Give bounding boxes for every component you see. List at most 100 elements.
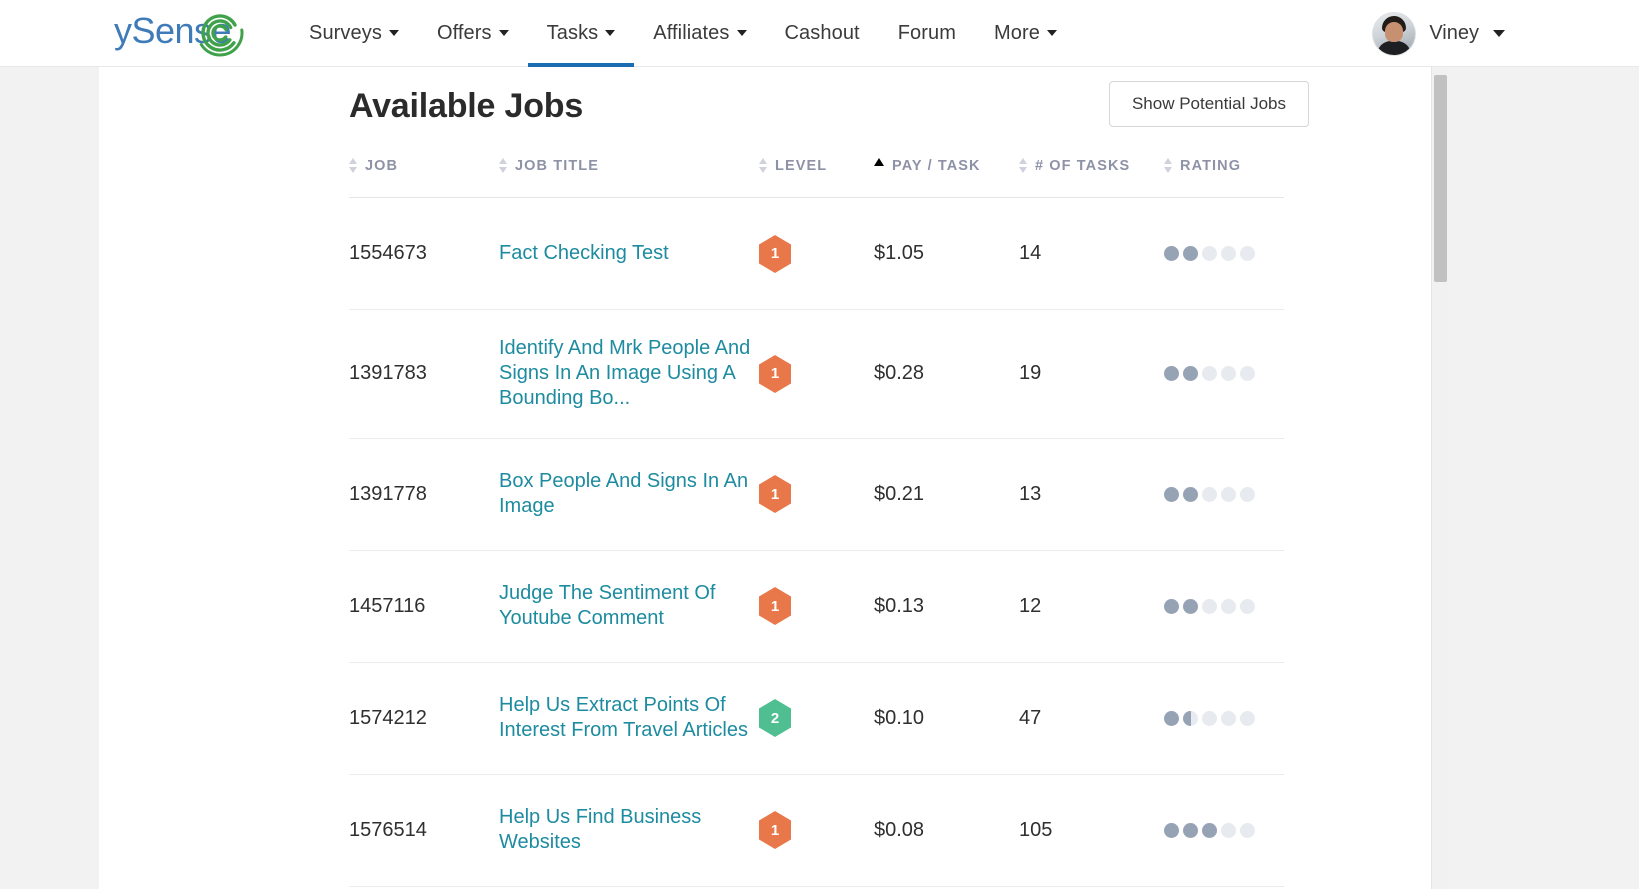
cell-pay-per-task: $1.05 bbox=[874, 198, 1019, 310]
sort-both-icon bbox=[1164, 157, 1173, 174]
rating-dot bbox=[1202, 366, 1217, 381]
nav-item-forum[interactable]: Forum bbox=[879, 0, 975, 67]
cell-rating bbox=[1164, 774, 1284, 886]
nav-item-tasks[interactable]: Tasks bbox=[528, 0, 635, 67]
show-potential-jobs-button[interactable]: Show Potential Jobs bbox=[1109, 81, 1309, 127]
level-badge: 1 bbox=[759, 811, 791, 849]
content-inner: Available Jobs Show Potential Jobs JOB bbox=[349, 67, 1309, 887]
column-header-number-of-tasks[interactable]: # OF TASKS bbox=[1019, 157, 1164, 198]
level-number: 1 bbox=[771, 487, 779, 502]
table-header-row: JOB JOB TITLE LEVEL bbox=[349, 157, 1284, 198]
level-number: 1 bbox=[771, 823, 779, 838]
chevron-down-icon bbox=[389, 30, 399, 36]
nav-item-cashout[interactable]: Cashout bbox=[766, 0, 879, 67]
rating-dot bbox=[1164, 487, 1179, 502]
level-number: 1 bbox=[771, 246, 779, 261]
cell-level: 1 bbox=[759, 550, 874, 662]
level-badge: 1 bbox=[759, 587, 791, 625]
page-left-gutter bbox=[0, 67, 99, 889]
rating-dot bbox=[1202, 823, 1217, 838]
rating-dot bbox=[1202, 711, 1217, 726]
column-header-pay-per-task[interactable]: PAY / TASK bbox=[874, 157, 1019, 198]
column-label: # OF TASKS bbox=[1035, 158, 1130, 174]
rating-dots bbox=[1164, 711, 1284, 726]
cell-job-id: 1576514 bbox=[349, 774, 499, 886]
column-header-job[interactable]: JOB bbox=[349, 157, 499, 198]
rating-dot bbox=[1240, 599, 1255, 614]
page-body: Available Jobs Show Potential Jobs JOB bbox=[0, 67, 1639, 889]
nav-item-affiliates[interactable]: Affiliates bbox=[634, 0, 765, 67]
nav-item-more[interactable]: More bbox=[975, 0, 1076, 67]
rating-dot bbox=[1183, 487, 1198, 502]
job-title-link[interactable]: Box People And Signs In An Image bbox=[499, 469, 759, 519]
job-title-link[interactable]: Help Us Find Business Websites bbox=[499, 805, 759, 855]
sort-both-icon bbox=[759, 157, 768, 174]
cell-job-id: 1457116 bbox=[349, 550, 499, 662]
content-card: Available Jobs Show Potential Jobs JOB bbox=[99, 67, 1448, 889]
level-number: 1 bbox=[771, 599, 779, 614]
ysense-logo[interactable]: ySense bbox=[114, 5, 248, 61]
cell-job-title: Judge The Sentiment Of Youtube Comment bbox=[499, 550, 759, 662]
vertical-scrollbar-track[interactable] bbox=[1431, 67, 1448, 889]
table-row: 1576514Help Us Find Business Websites1$0… bbox=[349, 774, 1284, 886]
nav-label: Forum bbox=[898, 22, 956, 45]
vertical-scrollbar-thumb[interactable] bbox=[1434, 75, 1447, 282]
rating-dot bbox=[1240, 823, 1255, 838]
available-jobs-table: JOB JOB TITLE LEVEL bbox=[349, 157, 1284, 887]
cell-job-id: 1391778 bbox=[349, 438, 499, 550]
rating-dot bbox=[1183, 599, 1198, 614]
cell-number-of-tasks: 14 bbox=[1019, 198, 1164, 310]
nav-label: Offers bbox=[437, 22, 492, 45]
rating-dot bbox=[1164, 246, 1179, 261]
nav-label: Surveys bbox=[309, 22, 382, 45]
cell-rating bbox=[1164, 438, 1284, 550]
table-row: 1554673Fact Checking Test 1 $1.0514 bbox=[349, 198, 1284, 310]
avatar bbox=[1373, 13, 1415, 55]
job-title-link[interactable]: Help Us Extract Points Of Interest From … bbox=[499, 693, 759, 743]
rating-dot bbox=[1240, 487, 1255, 502]
page-right-gutter bbox=[1448, 67, 1639, 889]
cell-level: 2 bbox=[759, 662, 874, 774]
nav-item-surveys[interactable]: Surveys bbox=[290, 0, 418, 67]
rating-dot bbox=[1202, 487, 1217, 502]
ysense-logo-mark: ySense bbox=[114, 9, 248, 57]
level-badge: 1 bbox=[759, 355, 791, 393]
column-header-rating[interactable]: RATING bbox=[1164, 157, 1284, 198]
top-navigation-bar: ySense Surveys Offers Tasks Affiliates bbox=[0, 0, 1639, 67]
cell-rating bbox=[1164, 310, 1284, 439]
nav-item-offers[interactable]: Offers bbox=[418, 0, 528, 67]
column-label: PAY / TASK bbox=[892, 158, 981, 174]
column-label: JOB TITLE bbox=[515, 158, 599, 174]
cell-job-id: 1554673 bbox=[349, 198, 499, 310]
rating-dot bbox=[1221, 711, 1236, 726]
rating-dot bbox=[1221, 823, 1236, 838]
cell-job-title: Fact Checking Test bbox=[499, 198, 759, 310]
level-badge: 1 bbox=[759, 235, 791, 273]
column-header-job-title[interactable]: JOB TITLE bbox=[499, 157, 759, 198]
cell-pay-per-task: $0.10 bbox=[874, 662, 1019, 774]
cell-pay-per-task: $0.13 bbox=[874, 550, 1019, 662]
cell-level: 1 bbox=[759, 438, 874, 550]
rating-dot bbox=[1164, 366, 1179, 381]
rating-dot bbox=[1221, 599, 1236, 614]
table-row: 1391783Identify And Mrk People And Signs… bbox=[349, 310, 1284, 439]
column-label: RATING bbox=[1180, 158, 1241, 174]
level-number: 2 bbox=[771, 711, 779, 726]
rating-dot bbox=[1164, 599, 1179, 614]
job-title-link[interactable]: Judge The Sentiment Of Youtube Comment bbox=[499, 581, 759, 631]
job-title-link[interactable]: Identify And Mrk People And Signs In An … bbox=[499, 336, 759, 412]
page-title: Available Jobs bbox=[349, 81, 583, 126]
job-title-link[interactable]: Fact Checking Test bbox=[499, 241, 669, 266]
rating-dot bbox=[1240, 711, 1255, 726]
column-label: LEVEL bbox=[775, 158, 827, 174]
column-header-level[interactable]: LEVEL bbox=[759, 157, 874, 198]
user-menu[interactable]: Viney bbox=[1373, 0, 1505, 67]
rating-dot bbox=[1183, 366, 1198, 381]
rating-dots bbox=[1164, 823, 1284, 838]
cell-job-id: 1574212 bbox=[349, 662, 499, 774]
rating-dots bbox=[1164, 487, 1284, 502]
table-row: 1391778Box People And Signs In An Image 1… bbox=[349, 438, 1284, 550]
cell-level: 1 bbox=[759, 774, 874, 886]
table-row: 1574212Help Us Extract Points Of Interes… bbox=[349, 662, 1284, 774]
main-nav-items: Surveys Offers Tasks Affiliates Cashout … bbox=[290, 0, 1076, 67]
